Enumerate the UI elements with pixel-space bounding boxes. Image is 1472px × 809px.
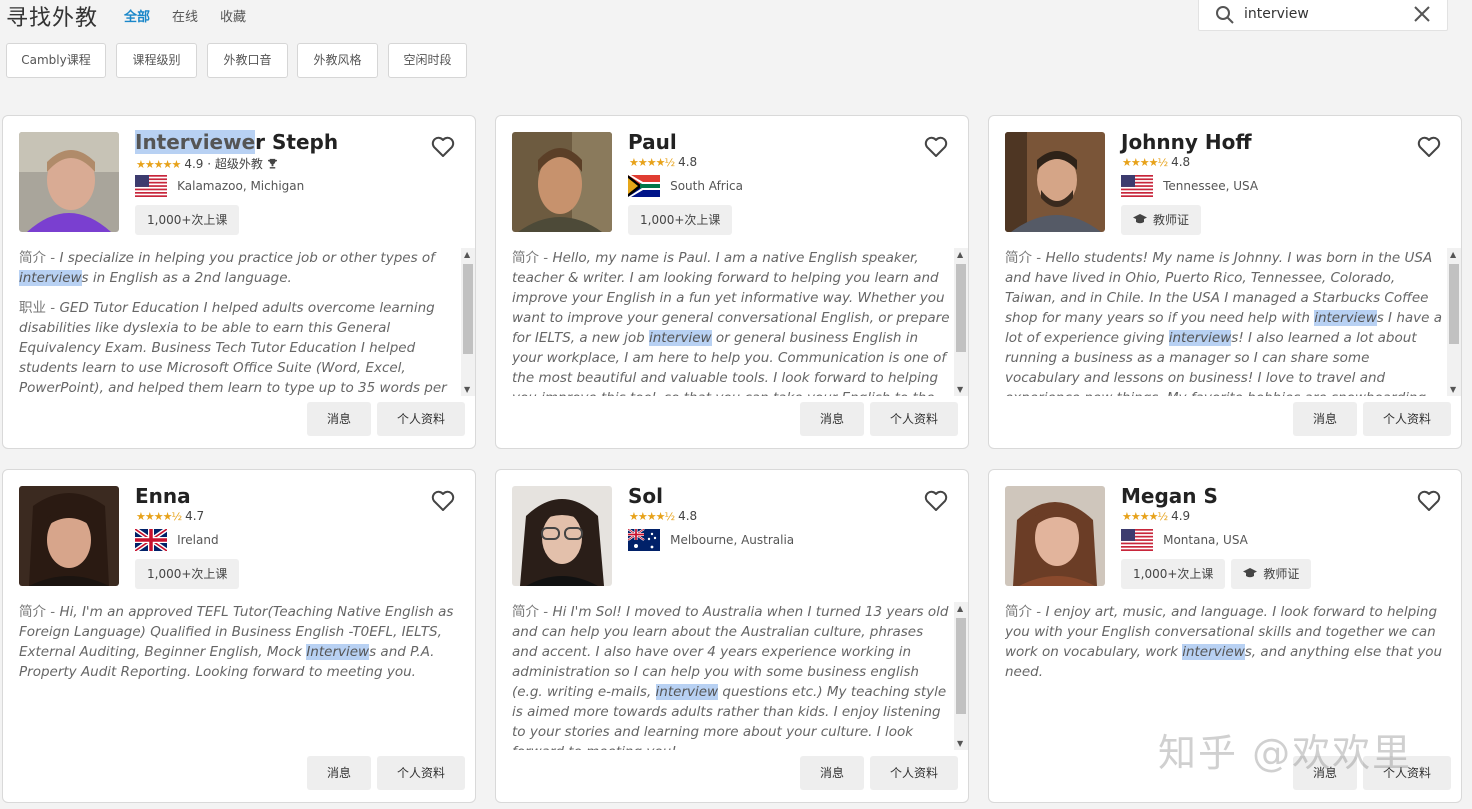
search-box[interactable]: interview [1198, 0, 1448, 31]
profile-button[interactable]: 个人资料 [1363, 402, 1451, 436]
tutor-name[interactable]: Interviewer Steph [135, 130, 338, 154]
search-icon [1216, 6, 1234, 24]
lesson-count-badge: 1,000+次上课 [1121, 559, 1226, 589]
star-icon: ★★★★½ [136, 510, 182, 523]
certificate-badge: 教师证 [1231, 559, 1312, 589]
star-icon: ★★★★½ [629, 510, 675, 523]
location: Kalamazoo, Michigan [135, 175, 304, 197]
rating: ★★★★½ 4.8 [629, 155, 698, 169]
badges: 1,000+次上课 [628, 205, 738, 235]
tutor-name[interactable]: Paul [628, 130, 677, 154]
badges: 1,000+次上课 教师证 [1121, 559, 1317, 589]
profile-button[interactable]: 个人资料 [377, 756, 465, 790]
message-button[interactable]: 消息 [800, 756, 864, 790]
tutor-name[interactable]: Sol [628, 484, 663, 508]
scrollbar[interactable]: ▲ ▼ [461, 248, 475, 396]
rating: ★★★★½ 4.7 [136, 509, 205, 523]
us-flag-icon [1121, 529, 1153, 551]
tutor-card: Sol ★★★★½ 4.8 Melbourne, Australia 简介 - H… [495, 469, 969, 803]
tutor-name[interactable]: Enna [135, 484, 191, 508]
tutor-description: 简介 - Hello students! My name is Johnny. … [1005, 250, 1443, 396]
tutor-card: Johnny Hoff ★★★★½ 4.8 Tennessee, USA 教师证 … [988, 115, 1462, 449]
tutor-description: 简介 - Hi, I'm an approved TEFL Tutor(Teac… [19, 604, 454, 680]
tutor-card: Enna ★★★★½ 4.7 Ireland 1,000+次上课 简介 - Hi,… [2, 469, 476, 803]
star-icon: ★★★★★ [136, 158, 181, 171]
heart-icon[interactable] [924, 490, 948, 512]
location: South Africa [628, 175, 743, 197]
tutor-name[interactable]: Johnny Hoff [1121, 130, 1252, 154]
graduation-cap-icon [1243, 568, 1258, 578]
heart-icon[interactable] [431, 490, 455, 512]
avatar[interactable] [19, 132, 119, 232]
tab-all[interactable]: 全部 [124, 6, 150, 25]
avatar[interactable] [1005, 486, 1105, 586]
watermark: 知乎 @欢欢里 [1158, 731, 1413, 775]
location: Tennessee, USA [1121, 175, 1258, 197]
heart-icon[interactable] [1417, 490, 1441, 512]
filter-style[interactable]: 外教风格 [297, 43, 378, 78]
profile-button[interactable]: 个人资料 [870, 756, 958, 790]
location: Ireland [135, 529, 219, 551]
search-input[interactable]: interview [1244, 6, 1309, 22]
scrollbar[interactable]: ▲ ▼ [1447, 248, 1461, 396]
badges: 教师证 [1121, 205, 1207, 235]
location: Melbourne, Australia [628, 529, 794, 551]
south-africa-flag-icon [628, 175, 660, 197]
certificate-badge: 教师证 [1121, 205, 1202, 235]
lesson-count-badge: 1,000+次上课 [135, 559, 240, 589]
star-icon: ★★★★½ [1122, 156, 1168, 169]
profile-button[interactable]: 个人资料 [377, 402, 465, 436]
us-flag-icon [135, 175, 167, 197]
star-icon: ★★★★½ [1122, 510, 1168, 523]
tutor-description: 简介 - Hi I'm Sol! I moved to Australia wh… [512, 604, 949, 750]
tutor-card: Interviewer Steph ★★★★★ 4.9 · 超级外教 Kalama… [2, 115, 476, 449]
heart-icon[interactable] [1417, 136, 1441, 158]
rating: ★★★★★ 4.9 · 超级外教 [136, 155, 278, 172]
australia-flag-icon [628, 529, 660, 551]
scrollbar[interactable]: ▲ ▼ [954, 248, 968, 396]
heart-icon[interactable] [924, 136, 948, 158]
avatar[interactable] [1005, 132, 1105, 232]
filter-cambly-course[interactable]: Cambly课程 [6, 43, 106, 78]
rating: ★★★★½ 4.8 [1122, 155, 1191, 169]
us-flag-icon [1121, 175, 1153, 197]
top-bar: 寻找外教 全部 在线 收藏 interview [0, 0, 1472, 31]
profile-button[interactable]: 个人资料 [870, 402, 958, 436]
tutor-card: Paul ★★★★½ 4.8 South Africa 1,000+次上课 简介 … [495, 115, 969, 449]
heart-icon[interactable] [431, 136, 455, 158]
star-icon: ★★★★½ [629, 156, 675, 169]
avatar[interactable] [512, 486, 612, 586]
filter-accent[interactable]: 外教口音 [207, 43, 288, 78]
close-icon[interactable] [1413, 5, 1431, 23]
location: Montana, USA [1121, 529, 1248, 551]
trophy-icon [267, 158, 277, 169]
tutor-description: 简介 - I specialize in helping you practic… [19, 250, 447, 396]
lesson-count-badge: 1,000+次上课 [628, 205, 733, 235]
graduation-cap-icon [1133, 214, 1147, 224]
rating: ★★★★½ 4.8 [629, 509, 698, 523]
message-button[interactable]: 消息 [1293, 402, 1357, 436]
uk-flag-icon [135, 529, 167, 551]
filter-availability[interactable]: 空闲时段 [388, 43, 467, 78]
message-button[interactable]: 消息 [307, 402, 371, 436]
filter-course-level[interactable]: 课程级别 [116, 43, 197, 78]
tutor-description: 简介 - Hello, my name is Paul. I am a nati… [512, 250, 950, 396]
page-title: 寻找外教 [6, 6, 99, 31]
tutor-name[interactable]: Megan S [1121, 484, 1218, 508]
avatar[interactable] [19, 486, 119, 586]
badges: 1,000+次上课 [135, 205, 245, 235]
rating: ★★★★½ 4.9 [1122, 509, 1191, 523]
tab-favorites[interactable]: 收藏 [220, 6, 246, 25]
tab-online[interactable]: 在线 [172, 6, 198, 25]
scrollbar[interactable]: ▲ ▼ [954, 602, 968, 750]
lesson-count-badge: 1,000+次上课 [135, 205, 240, 235]
badges: 1,000+次上课 [135, 559, 245, 589]
message-button[interactable]: 消息 [800, 402, 864, 436]
message-button[interactable]: 消息 [307, 756, 371, 790]
avatar[interactable] [512, 132, 612, 232]
